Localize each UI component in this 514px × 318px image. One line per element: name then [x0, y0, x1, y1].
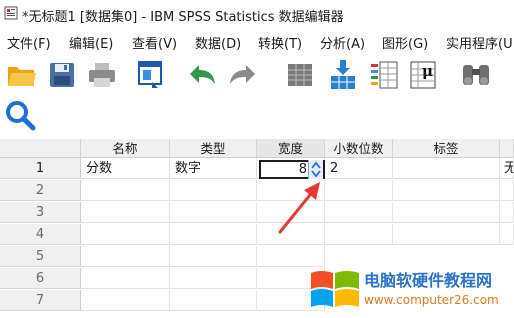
row-number[interactable]: 4 [0, 224, 81, 245]
windows-logo-icon [311, 271, 359, 307]
dialog-recall-icon[interactable] [133, 58, 167, 92]
empty-cell[interactable] [81, 224, 170, 245]
empty-cell[interactable] [393, 180, 500, 201]
corner-header [0, 139, 81, 158]
empty-cell[interactable] [393, 224, 500, 245]
cell-type[interactable]: 数字 [170, 158, 257, 179]
empty-cell[interactable] [81, 180, 170, 201]
cell-name[interactable]: 分数 [81, 158, 170, 179]
goto-variable-icon[interactable] [326, 58, 360, 92]
menu-bar: 文件(F) 编辑(E) 查看(V) 数据(D) 转换(T) 分析(A) 图形(G… [0, 31, 514, 53]
row-number[interactable]: 7 [0, 290, 81, 311]
empty-cell[interactable] [500, 224, 514, 245]
empty-cell[interactable] [81, 268, 170, 289]
empty-cell[interactable] [170, 246, 257, 267]
empty-cell[interactable] [500, 180, 514, 201]
window-title: *无标题1 [数据集0] - IBM SPSS Statistics 数据编辑器 [22, 10, 344, 25]
empty-cell[interactable] [393, 202, 500, 223]
empty-cell[interactable] [81, 246, 170, 267]
empty-cell[interactable] [170, 290, 257, 311]
empty-cell[interactable] [81, 202, 170, 223]
empty-cell[interactable] [257, 246, 325, 267]
column-header-decimals[interactable]: 小数位数 [325, 139, 393, 158]
descriptive-statistics-icon[interactable]: μ [406, 58, 440, 92]
annotation-arrow [278, 182, 320, 234]
menu-view[interactable]: 查看(V) [132, 33, 177, 52]
title-bar: *无标题1 [数据集0] - IBM SPSS Statistics 数据编辑器 [0, 0, 514, 28]
variables-icon[interactable] [367, 58, 401, 92]
width-spinner-value[interactable]: 8 [299, 162, 307, 177]
column-header-width[interactable]: 宽度 [257, 139, 325, 158]
search-icon[interactable] [3, 98, 37, 132]
svg-text:μ: μ [422, 62, 433, 80]
watermark-title: 电脑软硬件教程网 [364, 271, 493, 290]
row-number[interactable]: 6 [0, 268, 81, 289]
empty-cell[interactable] [325, 180, 393, 201]
row-number[interactable]: 3 [0, 202, 81, 223]
empty-cell[interactable] [170, 224, 257, 245]
spinner-up-icon[interactable] [311, 161, 321, 169]
undo-icon[interactable] [185, 58, 219, 92]
menu-data[interactable]: 数据(D) [195, 33, 241, 52]
empty-cell[interactable] [325, 202, 393, 223]
row-number[interactable]: 1 [0, 158, 81, 179]
toolbar: μ [0, 56, 514, 140]
menu-utilities[interactable]: 实用程序(U [446, 33, 513, 52]
column-header-type[interactable]: 类型 [170, 139, 257, 158]
row-number[interactable]: 2 [0, 180, 81, 201]
spss-app-icon [4, 6, 18, 20]
save-icon[interactable] [45, 58, 79, 92]
menu-transform[interactable]: 转换(T) [258, 33, 302, 52]
cell-values[interactable]: 无 [500, 158, 514, 179]
menu-edit[interactable]: 编辑(E) [69, 33, 113, 52]
find-binoculars-icon[interactable] [459, 58, 493, 92]
column-header-label[interactable]: 标签 [393, 139, 500, 158]
watermark: 电脑软硬件教程网 www.computer26.com [309, 267, 509, 315]
menu-file[interactable]: 文件(F) [7, 33, 51, 52]
open-folder-icon[interactable] [5, 58, 39, 92]
column-header-name[interactable]: 名称 [81, 139, 170, 158]
cell-label[interactable] [393, 158, 500, 179]
goto-case-icon[interactable] [283, 58, 317, 92]
cell-decimals[interactable]: 2 [325, 158, 393, 179]
empty-cell[interactable] [325, 224, 393, 245]
empty-cell[interactable] [170, 202, 257, 223]
watermark-url: www.computer26.com [364, 293, 499, 307]
print-icon[interactable] [85, 58, 119, 92]
empty-cell[interactable] [500, 202, 514, 223]
menu-analyze[interactable]: 分析(A) [320, 33, 365, 52]
empty-cell[interactable] [81, 290, 170, 311]
menu-graphs[interactable]: 图形(G) [382, 33, 428, 52]
empty-cell[interactable] [170, 268, 257, 289]
row-number[interactable]: 5 [0, 246, 81, 267]
redo-icon[interactable] [226, 58, 260, 92]
empty-cell[interactable] [170, 180, 257, 201]
column-header-values[interactable] [500, 139, 514, 158]
